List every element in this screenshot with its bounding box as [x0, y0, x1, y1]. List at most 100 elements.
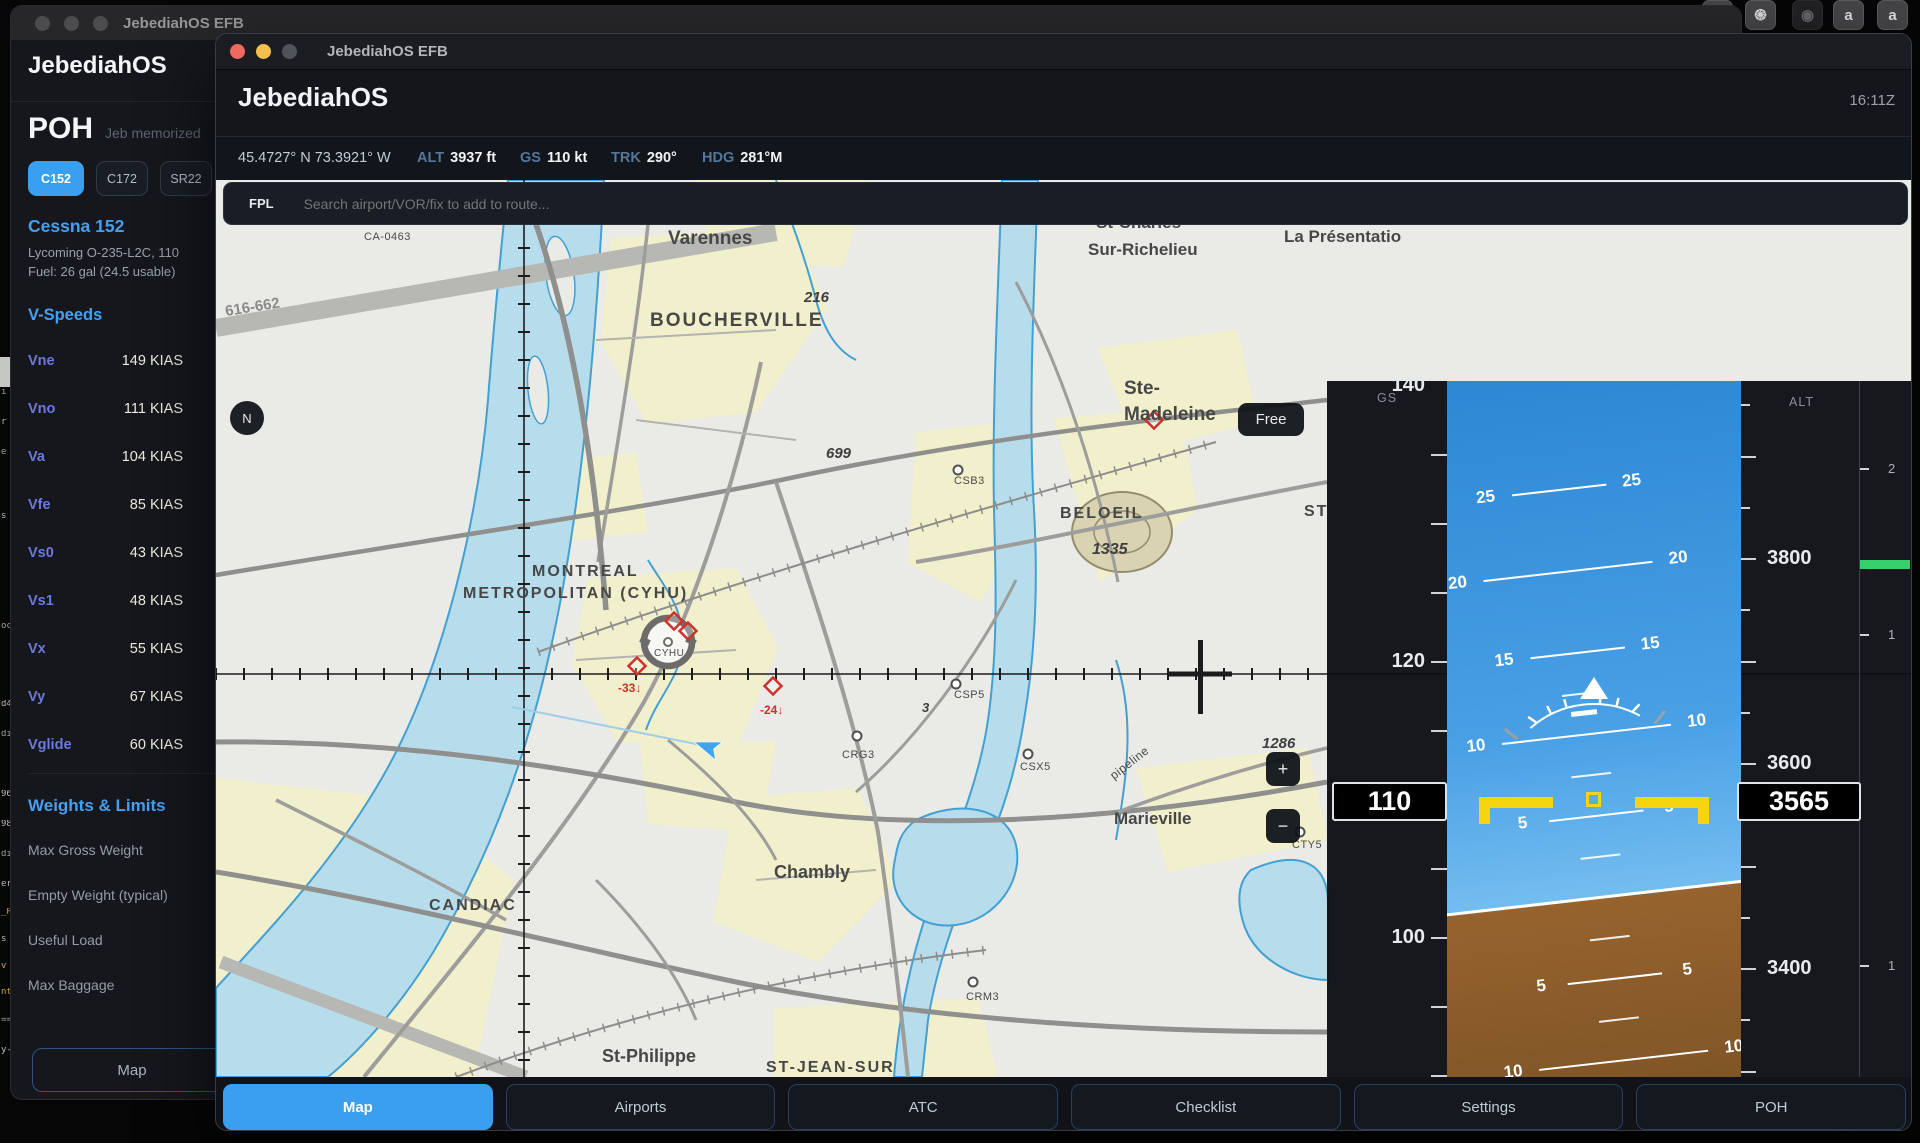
vfr-map[interactable]: VarennesCA-0463216BOUCHERVILLE616-662St-…	[216, 180, 1912, 1077]
map-label: CANDIAC	[429, 897, 517, 914]
aircraft-tab-sr22[interactable]: SR22	[160, 161, 212, 196]
fuel-spec: Fuel: 26 gal (24.5 usable)	[28, 264, 218, 279]
map-label: MONTREAL	[532, 563, 639, 580]
zoom-in-button[interactable]: +	[1266, 752, 1300, 786]
vspeed-row: Vs148 KIAS	[28, 593, 183, 641]
minimize-button[interactable]	[64, 16, 79, 31]
aircraft-symbol-center	[1586, 792, 1601, 807]
fix-circle-icon	[954, 466, 963, 475]
airspeed-tape: GS 14012010080 110	[1327, 381, 1447, 1077]
vspeed-row: Vno111 KIAS	[28, 401, 183, 449]
main-tab-bar: Map Airports ATC Checklist Settings POH	[223, 1084, 1906, 1130]
tab-airports[interactable]: Airports	[506, 1084, 776, 1130]
map-label: CYHU	[654, 648, 684, 659]
map-label: -24↓	[760, 703, 783, 717]
databar-gs: GS110 kt	[520, 150, 587, 166]
fix-circle-icon	[853, 732, 862, 741]
fpl-search-bar[interactable]: FPL	[223, 182, 1908, 225]
vspeed-row: Vs043 KIAS	[28, 545, 183, 593]
free-pan-button[interactable]: Free	[1238, 403, 1304, 436]
app-title: JebediahOS	[238, 82, 388, 113]
sidebar-map-button[interactable]: Map	[32, 1048, 232, 1092]
vsi-scale-number: 2	[1888, 461, 1895, 476]
tab-atc[interactable]: ATC	[788, 1084, 1058, 1130]
tab-map[interactable]: Map	[223, 1084, 493, 1130]
vsi-scale-number: 1	[1888, 958, 1895, 973]
aircraft-tab-c172[interactable]: C172	[96, 161, 148, 196]
zoom-button[interactable]	[282, 44, 297, 59]
poh-title: POH	[28, 112, 93, 146]
map-label: 216	[803, 289, 830, 306]
map-label: -33↓	[618, 681, 641, 695]
map-label: Marieville	[1114, 809, 1192, 828]
map-label: CSX5	[1020, 761, 1051, 773]
map-label: ST	[1304, 503, 1328, 520]
map-label: Ste-	[1124, 378, 1160, 399]
airspeed-tape-number: 140	[1365, 374, 1425, 397]
aircraft-symbol-left-bar	[1479, 797, 1553, 808]
a-app-icon[interactable]: a	[1877, 0, 1908, 30]
map-label: Madeleine	[1124, 404, 1216, 425]
map-label: La Présentatio	[1284, 227, 1401, 246]
vsi-scale-number: 1	[1888, 627, 1895, 642]
minimize-button[interactable]	[256, 44, 271, 59]
vspeed-row: Vglide60 KIAS	[28, 737, 183, 785]
databar-alt: ALT3937 ft	[417, 150, 496, 166]
aircraft-symbol-left-leg	[1479, 797, 1490, 824]
aircraft-symbol-right-leg	[1698, 797, 1709, 824]
attitude-indicator: 252520201515101055551010	[1447, 381, 1741, 1077]
tab-poh[interactable]: POH	[1636, 1084, 1906, 1130]
map-label: 1286	[1262, 735, 1296, 752]
flight-databar: 45.4727° N 73.3921° W ALT3937 ft GS110 kt…	[216, 136, 1911, 182]
map-label: Sur-Richelieu	[1088, 240, 1198, 259]
vspeeds-table: Vne149 KIASVno111 KIASVa104 KIASVfe85 KI…	[28, 353, 183, 785]
map-label: CSB3	[954, 475, 985, 487]
map-label: METROPOLITAN (CYHU)	[463, 585, 688, 602]
dimmed-app-icon[interactable]: ◉	[1792, 0, 1823, 30]
altitude-readout: 3565	[1737, 782, 1861, 821]
map-label: CRM3	[966, 991, 999, 1003]
route-search-input[interactable]	[302, 195, 906, 213]
fix-circle-icon	[1024, 750, 1033, 759]
map-label: 3	[922, 700, 930, 715]
vspeed-row: Va104 KIAS	[28, 449, 183, 497]
aircraft-tab-c152[interactable]: C152	[28, 161, 84, 196]
north-indicator-button[interactable]: N	[230, 401, 264, 435]
airspeed-tape-number: 100	[1365, 926, 1425, 949]
map-label: St-Philippe	[602, 1046, 696, 1066]
close-button[interactable]	[35, 16, 50, 31]
map-label: BOUCHERVILLE	[650, 310, 824, 331]
divider	[28, 773, 216, 774]
spiral-app-icon[interactable]: ֍	[1745, 0, 1776, 30]
primary-flight-display: GS 14012010080 110 252520201515101055551…	[1327, 381, 1911, 1077]
zoom-button[interactable]	[93, 16, 108, 31]
vspeed-row: Vy67 KIAS	[28, 689, 183, 737]
zoom-out-button[interactable]: −	[1266, 809, 1300, 843]
map-label: CSP5	[954, 689, 985, 701]
tab-checklist[interactable]: Checklist	[1071, 1084, 1341, 1130]
a-app-icon[interactable]: a	[1833, 0, 1864, 30]
titlebar[interactable]: JebediahOS EFB	[216, 34, 1911, 70]
weights-title: Weights & Limits	[28, 796, 166, 816]
fix-circle-icon	[952, 680, 961, 689]
vspeed-row: Vne149 KIAS	[28, 353, 183, 401]
close-button[interactable]	[230, 44, 245, 59]
map-label: 699	[826, 445, 852, 462]
map-label: BELOEIL	[1060, 505, 1143, 522]
roll-scale	[1447, 381, 1741, 1077]
desktop: ֍֍◉aa iresocd4di9698dier_Psvnt==y- Jebed…	[0, 0, 1920, 1143]
databar-hdg: HDG281°M	[702, 150, 782, 166]
zulu-clock: 16:11Z	[1849, 92, 1895, 109]
roll-pointer-triangle	[1580, 677, 1608, 699]
efb-window[interactable]: JebediahOS EFB JebediahOS 16:11Z 45.4727…	[215, 33, 1912, 1131]
map-label: Chambly	[774, 862, 850, 882]
vspeed-row: Vx55 KIAS	[28, 641, 183, 689]
bottom-bar: Map Airports ATC Checklist Settings POH	[216, 1077, 1911, 1130]
mountain-contour	[1072, 492, 1172, 572]
gps-coordinates: 45.4727° N 73.3921° W	[238, 150, 391, 166]
alt-tape-label: ALT	[1789, 395, 1814, 409]
engine-spec: Lycoming O-235-L2C, 110	[28, 245, 218, 260]
tab-settings[interactable]: Settings	[1354, 1084, 1624, 1130]
altitude-tape-number: 3800	[1767, 547, 1812, 570]
altitude-tape-number: 3400	[1767, 957, 1812, 980]
